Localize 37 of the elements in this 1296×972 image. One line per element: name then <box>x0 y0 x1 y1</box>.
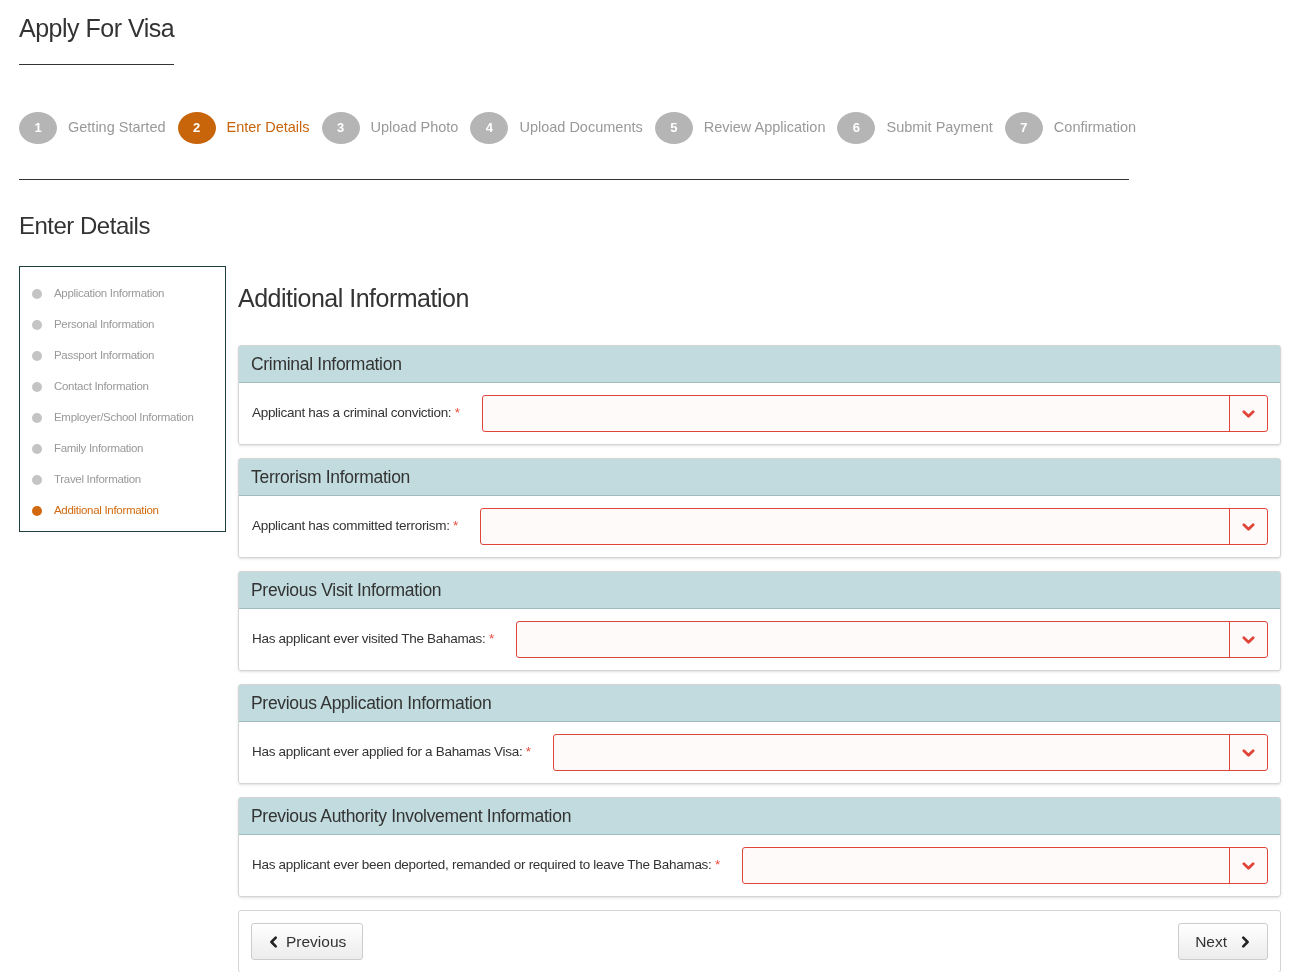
sidebar-item[interactable]: Additional Information <box>54 502 159 520</box>
sidebar-item[interactable]: Application Information <box>54 285 165 303</box>
sidebar-item[interactable]: Passport Information <box>54 347 155 365</box>
step-number: 6 <box>837 111 876 144</box>
step-number: 3 <box>321 111 360 144</box>
previous-button[interactable]: Previous <box>251 923 364 960</box>
sidebar-item[interactable]: Personal Information <box>54 316 155 334</box>
panel-title: Previous Authority Involvement Information <box>251 804 572 828</box>
step-number: 5 <box>654 111 693 144</box>
step-label: Review Application <box>703 117 826 137</box>
step-label: Getting Started <box>68 117 166 137</box>
panel-title: Previous Visit Information <box>251 578 442 602</box>
sidebar-item[interactable]: Contact Information <box>54 378 149 396</box>
field-label: Has applicant ever visited The Bahamas: * <box>252 630 494 649</box>
panel-title: Previous Application Information <box>251 691 492 715</box>
panel-title: Terrorism Information <box>251 465 411 489</box>
step-label: Upload Photo <box>370 117 459 137</box>
sidebar-item[interactable]: Travel Information <box>54 471 141 489</box>
step-label: Confirmation <box>1053 117 1137 137</box>
step-label: Submit Payment <box>886 117 993 137</box>
field-label: Has applicant ever been deported, remanded or required to leave The Bahamas: * <box>252 856 720 875</box>
step-number: 7 <box>1004 111 1043 144</box>
next-button[interactable]: Next <box>1178 923 1268 960</box>
step-number: 2 <box>177 111 216 144</box>
step-label: Enter Details <box>226 117 310 137</box>
field-label: Applicant has a criminal conviction: * <box>252 404 460 423</box>
sidebar-item[interactable]: Employer/School Information <box>54 409 194 427</box>
step-label: Upload Documents <box>519 117 643 137</box>
section-title: Enter Details <box>19 210 151 241</box>
step-number: 4 <box>470 111 509 144</box>
field-label: Has applicant ever applied for a Bahamas Visa: * <box>252 743 531 762</box>
form-title: Additional Information <box>238 282 470 314</box>
page-title: Apply For Visa <box>19 10 175 65</box>
panel-title: Criminal Information <box>251 352 402 376</box>
sidebar-item[interactable]: Family Information <box>54 440 144 458</box>
step-number: 1 <box>19 111 57 144</box>
field-label: Applicant has committed terrorism: * <box>252 517 459 536</box>
